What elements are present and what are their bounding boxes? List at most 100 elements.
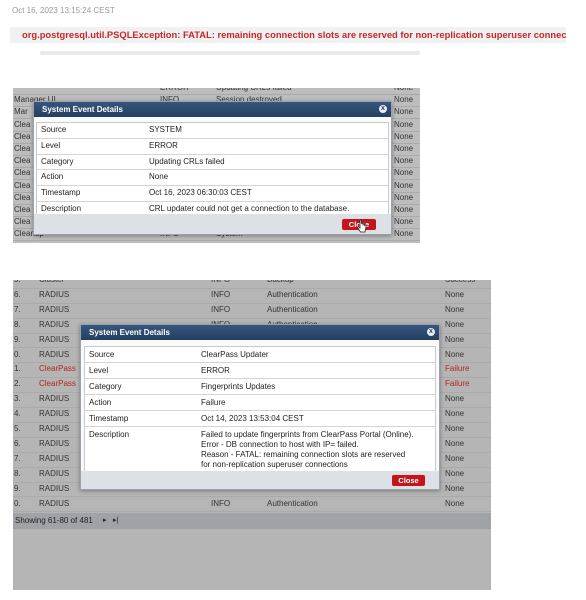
table-row[interactable]: 6. RADIUS INFO Authentication None (13, 288, 491, 304)
result-cell: None (445, 394, 465, 404)
description-line: Reason - FATAL: remaining connection slo… (201, 450, 406, 459)
close-icon[interactable]: x (379, 105, 387, 113)
dialog-title: System Event Details (89, 328, 170, 337)
result-cell: None (445, 319, 465, 329)
detail-value: Oct 14, 2023 13:53:04 CEST (201, 414, 304, 423)
result-cell: None (394, 156, 414, 166)
category-cell: Authentication (267, 289, 318, 299)
system-event-details-dialog: System Event Details x Source SYSTEM Level… (33, 101, 392, 235)
event-details-table: Source ClearPass Updater Level ERROR Categor… (84, 346, 436, 476)
source-cell: Mar (14, 107, 28, 117)
source-cell: RADIUS (39, 349, 70, 359)
category-cell: Authentication (267, 498, 318, 508)
event-viewer-screenshot-1: ERRORUpdating CRLs failedNoneManager UII… (13, 88, 420, 243)
mouse-pointer-icon (356, 219, 367, 233)
level-cell: ERROR (160, 88, 189, 94)
detail-value: Oct 16, 2023 06:30:03 CEST (149, 188, 252, 198)
system-event-details-dialog: System Event Details x Source ClearPass U… (80, 324, 440, 490)
dialog-title-bar: System Event Details x (34, 102, 391, 117)
result-cell: None (394, 88, 413, 94)
source-cell: RADIUS (39, 438, 70, 448)
detail-value: Fingerprints Updates (201, 382, 276, 391)
source-cell: Clea (14, 156, 31, 166)
detail-label: Level (89, 366, 109, 375)
table-row[interactable]: 0. RADIUS INFO Authentication None (13, 497, 491, 513)
detail-row: Action None (37, 170, 388, 187)
detail-row: Timestamp Oct 16, 2023 06:30:03 CEST (37, 186, 388, 202)
row-number-cell: 5. (14, 280, 21, 288)
source-cell: RADIUS (39, 394, 70, 404)
result-cell: None (445, 334, 465, 344)
source-cell: Clea (14, 205, 31, 214)
source-cell: RADIUS (39, 424, 70, 433)
source-cell: RADIUS (39, 453, 70, 463)
error-message-banner: org.postgresql.util.PSQLException: FATAL… (10, 27, 566, 43)
description-line: for non-replication superuser connection… (201, 460, 348, 469)
table-row[interactable]: 7. RADIUS INFO Authentication None (13, 303, 491, 319)
result-cell: None (394, 229, 414, 239)
source-cell: Clea (14, 144, 31, 153)
result-cell: None (394, 217, 414, 227)
level-cell: INFO (211, 498, 231, 508)
last-page-icon[interactable]: ▸| (113, 513, 118, 529)
result-cell: None (445, 438, 465, 448)
row-number-cell: 2. (14, 379, 21, 389)
result-cell: None (445, 289, 465, 299)
dialog-footer: Close (34, 214, 391, 234)
row-number-cell: 5. (14, 424, 21, 433)
description-value: Failed to update fingerprints from Clear… (201, 430, 414, 470)
row-number-cell: 4. (14, 409, 21, 419)
detail-row: Action Failure (85, 395, 435, 411)
detail-label: Action (41, 172, 64, 182)
source-cell: RADIUS (39, 319, 70, 329)
pagination-status: Showing 61-80 of 481 (15, 516, 93, 525)
source-cell: ClearPass (39, 379, 76, 389)
source-cell: Clea (14, 217, 31, 227)
description-line: Failed to update fingerprints from Clear… (201, 430, 414, 439)
event-details-table: Source SYSTEM Level ERROR Category Updating C… (36, 122, 389, 218)
row-number-cell: 8. (14, 468, 21, 478)
result-cell: None (445, 409, 465, 419)
result-cell: None (445, 304, 465, 314)
detail-value: ERROR (149, 140, 178, 150)
detail-value: None (149, 172, 169, 182)
next-page-icon[interactable]: ▸ (103, 513, 107, 529)
timestamp-header: Oct 16, 2023 13:15:24 CEST (12, 6, 115, 15)
result-cell: None (445, 498, 465, 508)
blurred-text-line (40, 51, 420, 55)
result-cell: None (394, 180, 414, 190)
detail-value: ClearPass Updater (201, 350, 269, 359)
description-line: Error - DB connection to host with IP= f… (201, 440, 359, 449)
result-cell: None (445, 424, 465, 433)
result-cell: None (394, 205, 414, 214)
detail-row: Source ClearPass Updater (85, 347, 435, 363)
result-cell: Failure (445, 379, 470, 389)
result-cell: None (445, 483, 465, 493)
close-button[interactable]: Close (392, 475, 425, 486)
row-number-cell: 6. (14, 438, 21, 448)
detail-value: ERROR (201, 366, 230, 375)
level-cell: INFO (211, 304, 231, 314)
detail-value: Updating CRLs failed (149, 156, 225, 166)
dialog-title: System Event Details (42, 105, 123, 114)
source-cell: RADIUS (39, 289, 70, 299)
result-cell: None (394, 107, 414, 117)
row-number-cell: 7. (14, 453, 21, 463)
result-cell: None (445, 349, 465, 359)
close-icon[interactable]: x (427, 328, 435, 336)
level-cell: INFO (211, 289, 231, 299)
source-cell: Clea (14, 119, 31, 129)
source-cell: Clea (14, 131, 31, 141)
result-cell: Success (445, 280, 475, 288)
detail-label: Action (89, 398, 112, 407)
source-cell: RADIUS (39, 409, 70, 419)
row-number-cell: 3. (14, 394, 21, 404)
row-number-cell: 8. (14, 319, 21, 329)
result-cell: None (394, 95, 414, 105)
detail-label: Category (41, 156, 74, 166)
detail-label: Category (89, 382, 122, 391)
level-cell: INFO (211, 280, 230, 288)
result-cell: None (394, 119, 414, 129)
detail-label: Timestamp (89, 414, 129, 423)
detail-value: SYSTEM (149, 125, 182, 134)
